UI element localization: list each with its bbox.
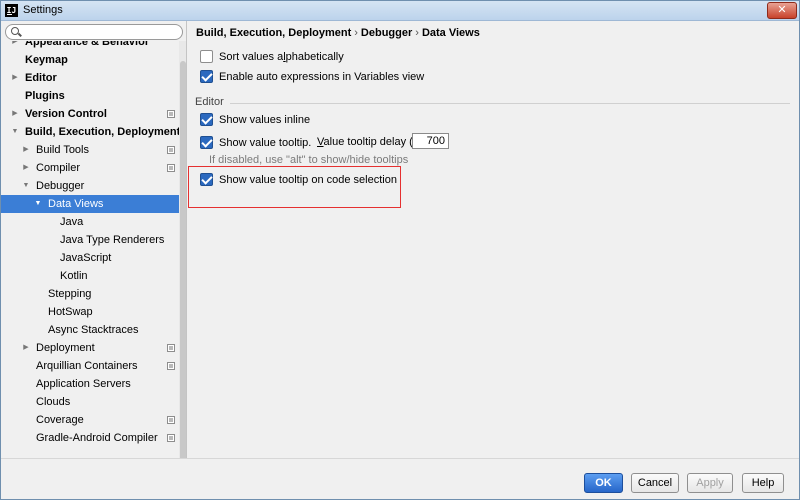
sidebar-item-label: Debugger	[36, 180, 85, 192]
sidebar-item-javascript[interactable]: JavaScript	[1, 249, 179, 267]
sidebar-item-label: Plugins	[25, 90, 65, 102]
sidebar-item-label: Async Stacktraces	[48, 324, 139, 336]
sidebar-item-application-servers[interactable]: Application Servers	[1, 375, 179, 393]
show-value-tooltip-checkbox[interactable]	[200, 136, 213, 149]
sidebar-item-label: JavaScript	[60, 252, 112, 264]
collapsed-arrow-icon[interactable]: ▶	[22, 339, 30, 357]
sidebar-item-appearance-behavior[interactable]: ▶ Appearance & Behavior	[1, 41, 179, 51]
breadcrumb-item: Data Views	[421, 27, 480, 39]
sidebar-item-gradle-android-compiler[interactable]: Gradle-Android Compiler	[1, 429, 179, 447]
settings-search-box[interactable]	[5, 24, 183, 40]
collapsed-arrow-icon[interactable]: ▶	[22, 159, 30, 177]
sidebar-item-label: Version Control	[25, 108, 107, 120]
expanded-arrow-icon[interactable]: ▼	[11, 123, 19, 141]
sidebar-scroll-thumb[interactable]	[180, 61, 186, 458]
sort-values-alphabetically-checkbox[interactable]	[200, 50, 213, 63]
show-values-inline-label: Show values inline	[219, 114, 311, 126]
sidebar-item-label: Keymap	[25, 54, 68, 66]
sidebar-item-version-control[interactable]: ▶ Version Control	[1, 105, 179, 123]
breadcrumb-item: Debugger	[360, 27, 413, 39]
breadcrumb-separator-icon: ›	[354, 27, 358, 39]
breadcrumb: Build, Execution, Deployment › Debugger › Da…	[196, 27, 480, 39]
sidebar-item-coverage[interactable]: Coverage	[1, 411, 179, 429]
enable-auto-expressions-checkbox[interactable]	[200, 70, 213, 83]
sidebar-item-keymap[interactable]: Keymap	[1, 51, 179, 69]
project-level-icon	[167, 434, 175, 442]
close-button[interactable]: ✕	[767, 2, 797, 19]
sidebar-item-hotswap[interactable]: HotSwap	[1, 303, 179, 321]
sidebar-item-label: Data Views	[48, 198, 104, 210]
sidebar-item-label: Appearance & Behavior	[25, 41, 150, 48]
sidebar-item-kotlin[interactable]: Kotlin	[1, 267, 179, 285]
sidebar-item-clouds[interactable]: Clouds	[1, 393, 179, 411]
sort-values-alphabetically-label: Sort values alphabetically	[219, 51, 344, 63]
project-level-icon	[167, 146, 175, 154]
intellij-app-icon: IJ	[5, 4, 18, 17]
cancel-button[interactable]: Cancel	[631, 473, 679, 493]
sidebar-item-deployment[interactable]: ▶ Deployment	[1, 339, 179, 357]
apply-button[interactable]: Apply	[687, 473, 733, 493]
collapsed-arrow-icon[interactable]: ▶	[11, 69, 19, 87]
project-level-icon	[167, 110, 175, 118]
project-level-icon	[167, 164, 175, 172]
settings-tree: ▶ Appearance & Behavior Keymap ▶ Editor Plugi…	[1, 41, 179, 458]
sidebar-item-label: Gradle-Android Compiler	[36, 432, 158, 444]
sidebar-scrollbar[interactable]	[179, 41, 186, 458]
ok-button[interactable]: OK	[584, 473, 623, 493]
enable-auto-expressions-label: Enable auto expressions in Variables vie…	[219, 71, 425, 83]
project-level-icon	[167, 362, 175, 370]
dialog-footer: OK Cancel Apply Help	[1, 458, 799, 499]
breadcrumb-item: Build, Execution, Deployment	[196, 27, 352, 39]
sidebar-item-label: Build, Execution, Deployment	[25, 126, 179, 138]
settings-content-panel: Build, Execution, Deployment › Debugger › Da…	[188, 21, 799, 458]
window-title: Settings	[23, 4, 63, 16]
sidebar-item-label: Application Servers	[36, 378, 131, 390]
sidebar-item-label: Kotlin	[60, 270, 88, 282]
sidebar-item-build-tools[interactable]: ▶ Build Tools	[1, 141, 179, 159]
sidebar-item-label: Java Type Renderers	[60, 234, 165, 246]
sidebar-item-label: Coverage	[36, 414, 84, 426]
editor-section-divider	[230, 103, 790, 104]
expanded-arrow-icon[interactable]: ▼	[22, 177, 30, 195]
collapsed-arrow-icon[interactable]: ▶	[11, 41, 19, 51]
collapsed-arrow-icon[interactable]: ▶	[22, 141, 30, 159]
sidebar-item-compiler[interactable]: ▶ Compiler	[1, 159, 179, 177]
sidebar-item-java[interactable]: Java	[1, 213, 179, 231]
tooltip-delay-input[interactable]	[412, 133, 449, 149]
annotation-highlight-box	[188, 166, 401, 208]
sidebar-item-async-stacktraces[interactable]: Async Stacktraces	[1, 321, 179, 339]
show-values-inline-checkbox[interactable]	[200, 113, 213, 126]
sidebar-item-data-views[interactable]: ▼ Data Views	[1, 195, 179, 213]
title-bar[interactable]: IJ Settings ✕	[1, 1, 799, 21]
help-button[interactable]: Help	[742, 473, 784, 493]
sidebar-item-debugger[interactable]: ▼ Debugger	[1, 177, 179, 195]
settings-sidebar: ▶ Appearance & Behavior Keymap ▶ Editor Plugi…	[1, 21, 187, 458]
breadcrumb-separator-icon: ›	[415, 27, 419, 39]
show-value-tooltip-label: Show value tooltip.	[219, 137, 312, 149]
sidebar-item-stepping[interactable]: Stepping	[1, 285, 179, 303]
collapsed-arrow-icon[interactable]: ▶	[11, 105, 19, 123]
sidebar-item-label: Arquillian Containers	[36, 360, 138, 372]
sidebar-item-label: Java	[60, 216, 84, 228]
settings-window: IJ Settings ✕ ▶ Appearance & Behavior Keym…	[0, 0, 800, 500]
sidebar-item-arquillian-containers[interactable]: Arquillian Containers	[1, 357, 179, 375]
sidebar-item-label: Build Tools	[36, 144, 89, 156]
sidebar-item-label: Editor	[25, 72, 57, 84]
tooltip-hint-text: If disabled, use "alt" to show/hide tool…	[209, 154, 409, 166]
sidebar-item-java-type-renderers[interactable]: Java Type Renderers	[1, 231, 179, 249]
sidebar-item-label: Compiler	[36, 162, 81, 174]
sidebar-item-editor[interactable]: ▶ Editor	[1, 69, 179, 87]
expanded-arrow-icon[interactable]: ▼	[34, 195, 42, 213]
sidebar-item-label: Clouds	[36, 396, 71, 408]
search-icon	[11, 27, 19, 35]
sidebar-item-label: HotSwap	[48, 306, 93, 318]
settings-search-input[interactable]	[22, 26, 180, 38]
sidebar-item-label: Stepping	[48, 288, 92, 300]
sidebar-item-build-execution-deployment[interactable]: ▼ Build, Execution, Deployment	[1, 123, 179, 141]
project-level-icon	[167, 344, 175, 352]
project-level-icon	[167, 416, 175, 424]
sidebar-item-plugins[interactable]: Plugins	[1, 87, 179, 105]
sidebar-item-label: Deployment	[36, 342, 95, 354]
